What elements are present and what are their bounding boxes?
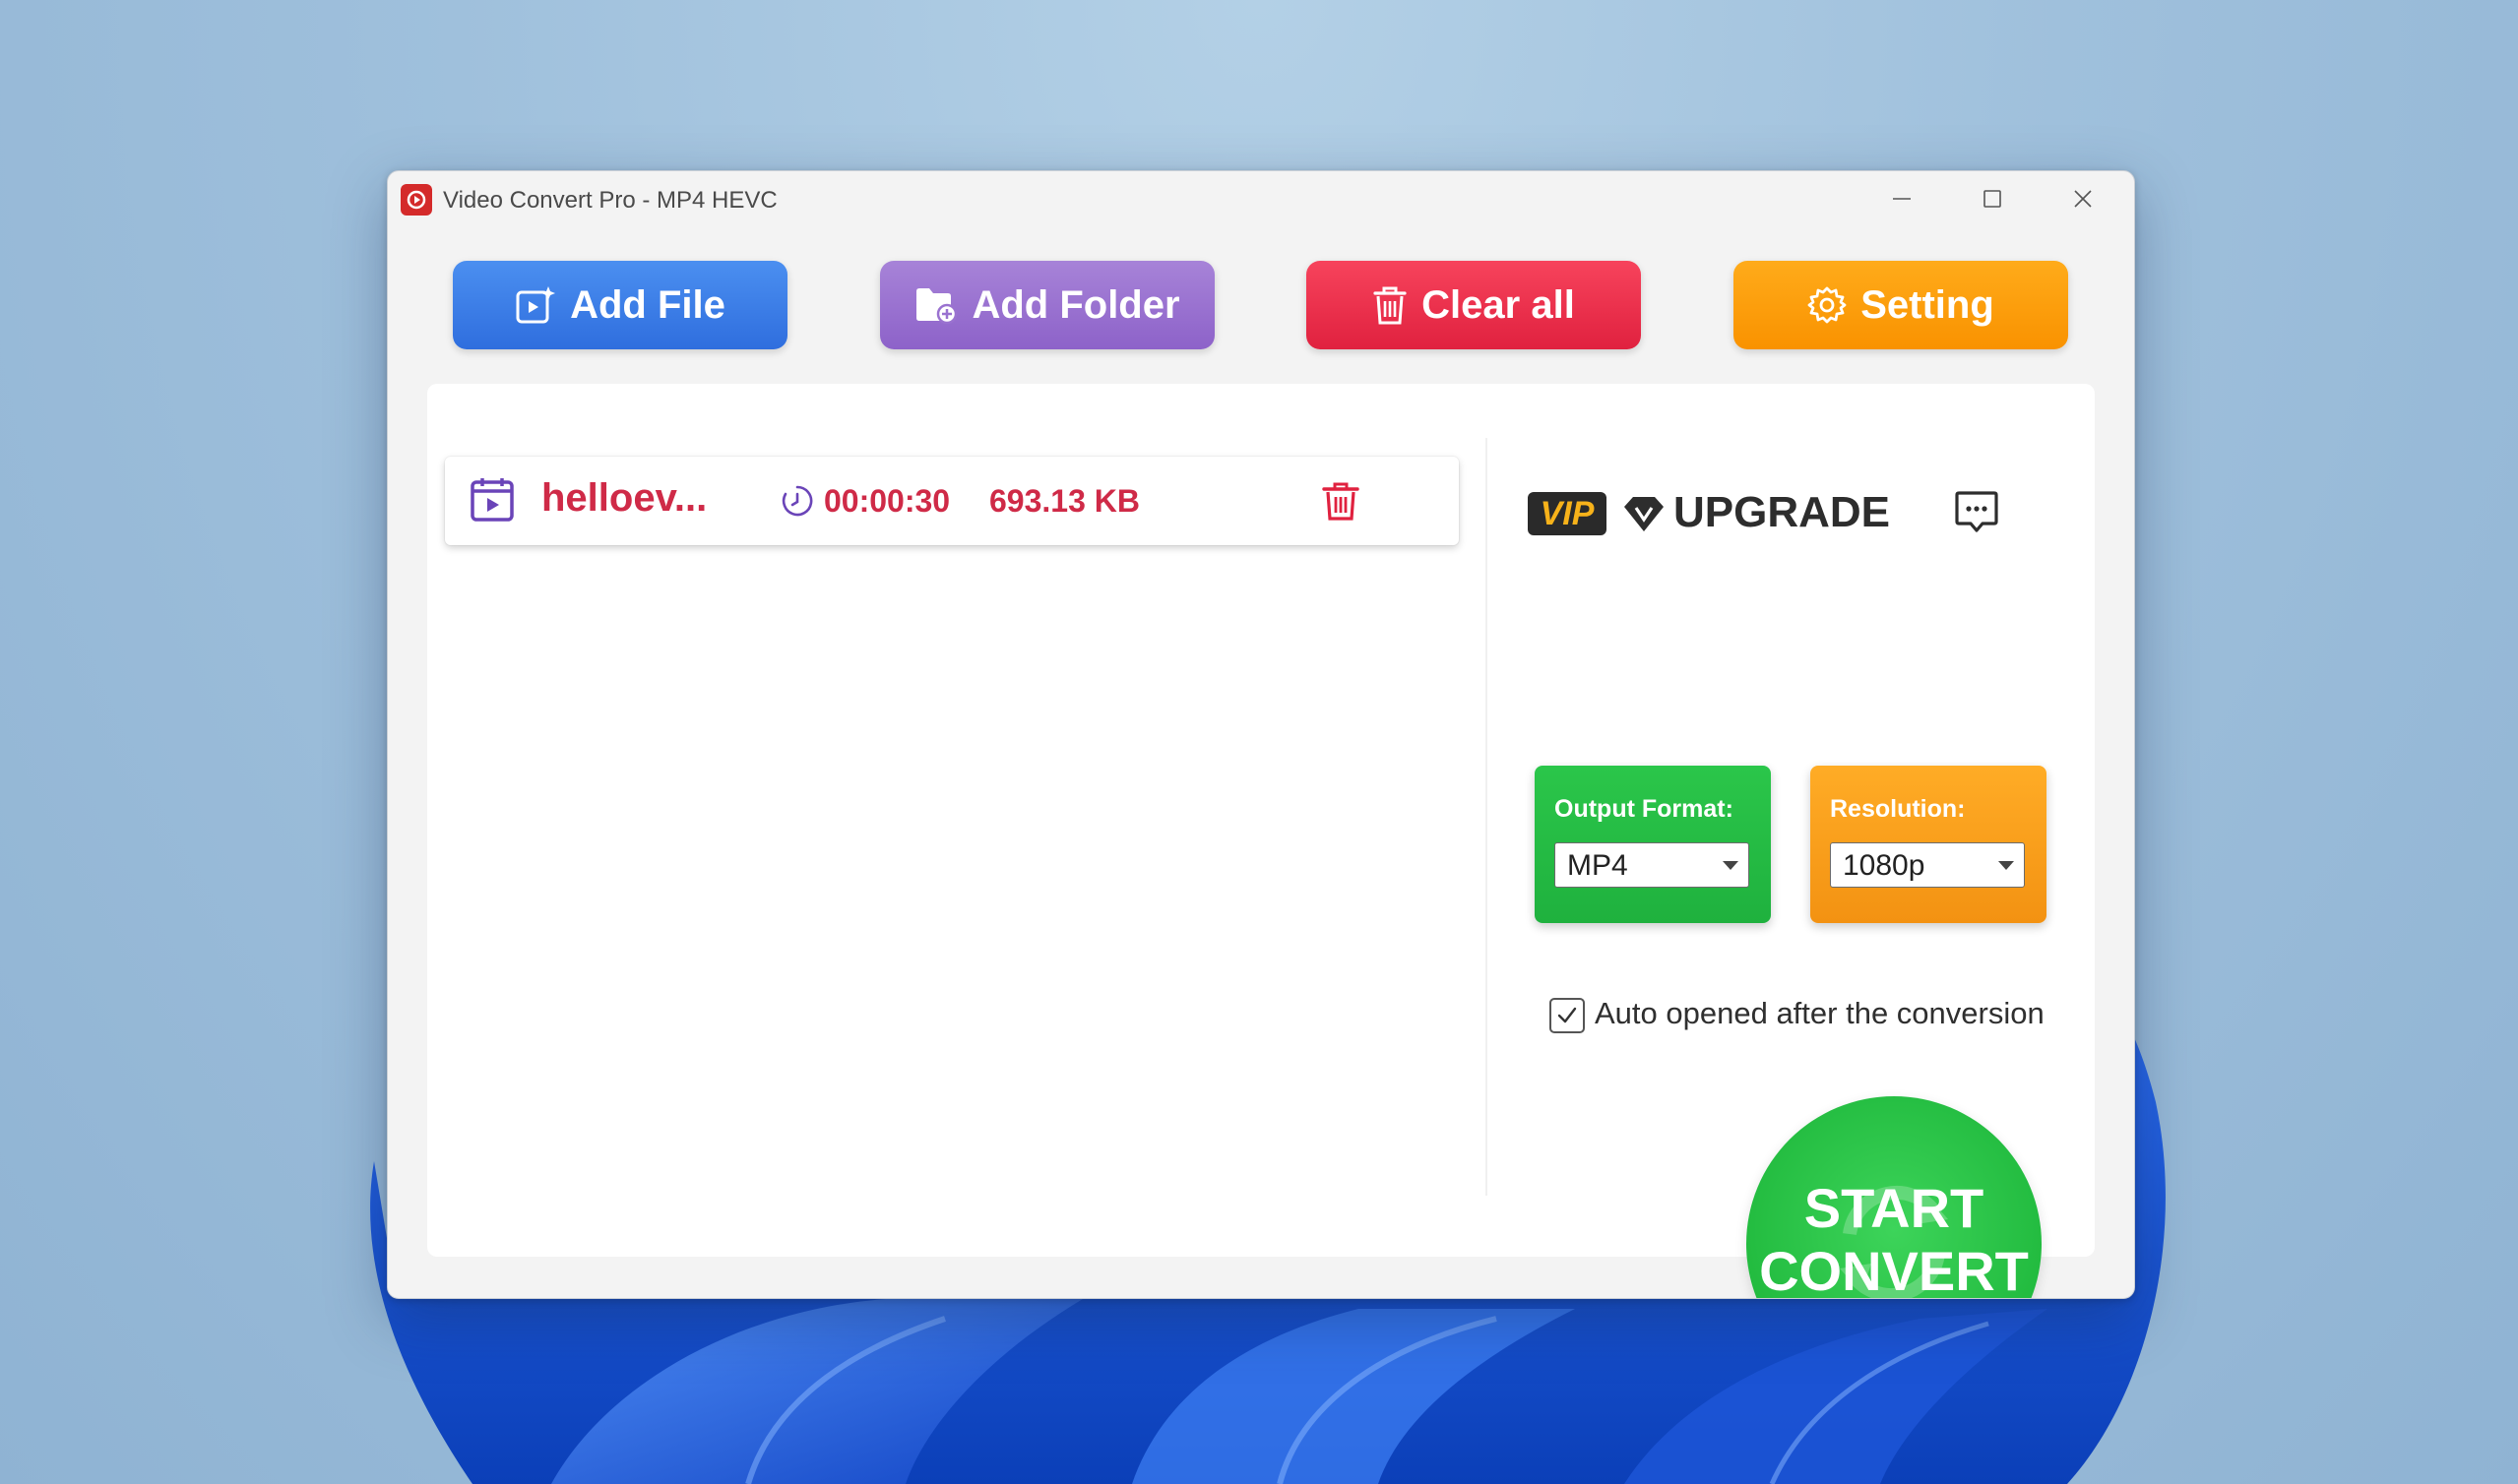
add-file-label: Add File (570, 282, 725, 327)
window-title: Video Convert Pro - MP4 HEVC (443, 187, 778, 214)
setting-button[interactable]: Setting (1733, 261, 2068, 349)
timer-icon (782, 485, 813, 517)
auto-open-checkbox[interactable] (1549, 998, 1585, 1033)
file-list-item[interactable]: helloev... 00:00:30 693.13 KB (445, 457, 1459, 545)
file-size: 693.13 KB (989, 483, 1140, 519)
add-folder-label: Add Folder (972, 282, 1180, 327)
chevron-down-icon (1723, 861, 1738, 870)
resolution-select[interactable]: 1080p (1830, 842, 2025, 888)
output-format-value: MP4 (1567, 849, 1628, 882)
clear-all-button[interactable]: Clear all (1306, 261, 1641, 349)
setting-label: Setting (1860, 282, 1994, 327)
add-folder-button[interactable]: Add Folder (880, 261, 1215, 349)
start-convert-label: START CONVERT (1746, 1177, 2042, 1299)
add-folder-icon (916, 288, 958, 325)
upgrade-link[interactable]: UPGRADE (1673, 488, 1890, 537)
add-video-icon (516, 286, 556, 324)
chevron-down-icon (1998, 861, 2014, 870)
clear-all-label: Clear all (1421, 282, 1575, 327)
main-panel: helloev... 00:00:30 693.13 KB VIP UPGRAD… (427, 384, 2095, 1298)
close-button[interactable] (2038, 171, 2128, 226)
vip-badge: VIP (1528, 492, 1606, 535)
maximize-button[interactable] (1947, 171, 2038, 226)
feedback-chat-icon[interactable] (1953, 490, 2000, 535)
close-icon (2074, 190, 2092, 208)
output-format-select[interactable]: MP4 (1554, 842, 1749, 888)
convert-line: CONVERT (1759, 1240, 2029, 1299)
output-format-label: Output Format: (1554, 795, 1733, 823)
panel-divider (1485, 438, 1487, 1196)
app-logo-icon (401, 184, 432, 216)
maximize-icon (1983, 190, 2001, 208)
start-line: START (1803, 1177, 1984, 1239)
app-window: Video Convert Pro - MP4 HEVC Add File Ad… (387, 170, 2135, 1299)
title-bar: Video Convert Pro - MP4 HEVC (388, 171, 2134, 226)
diamond-icon (1624, 497, 1664, 531)
output-format-card: Output Format: MP4 (1535, 766, 1771, 923)
resolution-label: Resolution: (1830, 795, 1966, 823)
trash-icon (1373, 286, 1407, 325)
resolution-card: Resolution: 1080p (1810, 766, 2046, 923)
file-name: helloev... (541, 476, 708, 520)
gear-icon (1807, 286, 1847, 324)
checkmark-icon (1557, 1007, 1577, 1023)
start-convert-button[interactable]: START CONVERT (1746, 1096, 2042, 1299)
resolution-value: 1080p (1843, 849, 1925, 882)
add-file-button[interactable]: Add File (453, 261, 787, 349)
minimize-button[interactable] (1857, 171, 1947, 226)
file-duration: 00:00:30 (824, 483, 951, 519)
auto-open-label: Auto opened after the conversion (1595, 996, 2045, 1030)
minimize-icon (1893, 198, 1911, 200)
delete-file-icon[interactable] (1321, 480, 1360, 522)
video-file-icon (471, 478, 514, 522)
